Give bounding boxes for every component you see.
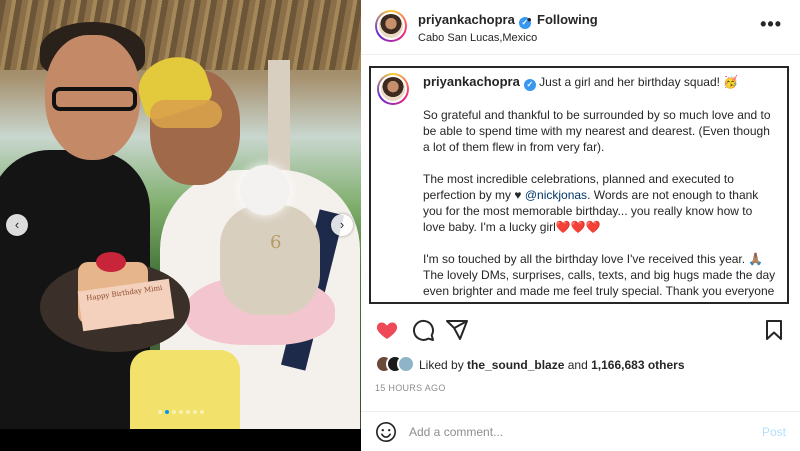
strawberry (96, 252, 126, 272)
caption-paragraph-1: So grateful and thankful to be surrounde… (423, 108, 774, 154)
likes-text: Liked by the_sound_blaze and 1,166,683 o… (419, 358, 685, 372)
baby-shirt-number: 6 (270, 232, 282, 253)
carousel-dot (192, 410, 197, 414)
header-separator: • (527, 12, 532, 27)
caption-headline: Just a girl and her birthday squad! 🥳 (539, 75, 739, 89)
smiley-icon[interactable] (375, 421, 397, 443)
liker-username[interactable]: the_sound_blaze (467, 358, 564, 372)
caption-first-line: priyankachopra ✓ Just a girl and her birt… (423, 74, 777, 91)
carousel-dot (157, 410, 162, 414)
liker-avatar (397, 355, 415, 373)
share-icon[interactable] (445, 318, 469, 342)
post-photo: 6 Happy Birthday Mimi (0, 0, 361, 429)
caption-avatar[interactable] (377, 73, 409, 105)
post-header: priyankachopra ✓ • Following Cabo San Luc… (361, 0, 800, 55)
likes-count[interactable]: 1,166,683 others (591, 358, 684, 372)
post-details-panel: priyankachopra ✓ • Following Cabo San Luc… (361, 0, 800, 451)
carousel-prev-button[interactable]: ‹ (6, 214, 28, 236)
carousel-dot (199, 410, 204, 414)
caption-username[interactable]: priyankachopra ✓ (423, 74, 536, 91)
sunglasses (150, 100, 222, 128)
eyeglasses (52, 87, 137, 111)
bookmark-icon[interactable] (762, 318, 786, 342)
yellow-skirt (130, 350, 240, 429)
profile-avatar[interactable] (375, 10, 407, 42)
carousel-dot (171, 410, 176, 414)
post-timestamp[interactable]: 15 HOURS AGO (375, 383, 446, 393)
more-options-icon[interactable]: ••• (760, 14, 782, 35)
post-media-carousel[interactable]: 6 Happy Birthday Mimi ‹ › (0, 0, 361, 451)
caption-paragraph-3: I'm so touched by all the birthday love … (423, 252, 776, 302)
carousel-indicator (0, 410, 361, 414)
blurred-face (240, 165, 290, 215)
heart-filled-icon[interactable] (375, 318, 399, 342)
location-link[interactable]: Cabo San Lucas,Mexico (418, 32, 537, 44)
following-button[interactable]: Following (537, 12, 598, 27)
post-comment-button[interactable]: Post (762, 425, 786, 439)
verified-badge-icon: ✓ (523, 79, 536, 91)
comment-icon[interactable] (411, 318, 435, 342)
comment-bar: Post (361, 411, 800, 451)
chevron-left-icon: ‹ (14, 217, 20, 232)
chevron-right-icon: › (339, 217, 345, 232)
carousel-dot (185, 410, 190, 414)
baby-figure (220, 205, 320, 315)
post-caption[interactable]: priyankachopra ✓ Just a girl and her birt… (369, 66, 789, 304)
comment-input[interactable] (409, 421, 749, 443)
header-username[interactable]: priyankachopra ✓ (418, 12, 531, 29)
mention-link[interactable]: @nickjonas (525, 188, 587, 202)
carousel-next-button[interactable]: › (331, 214, 353, 236)
carousel-dot (164, 410, 169, 414)
action-bar (361, 310, 800, 350)
caption-paragraph-2: The most incredible celebrations, planne… (423, 172, 762, 234)
carousel-dot (178, 410, 183, 414)
liker-avatars[interactable] (375, 355, 415, 375)
